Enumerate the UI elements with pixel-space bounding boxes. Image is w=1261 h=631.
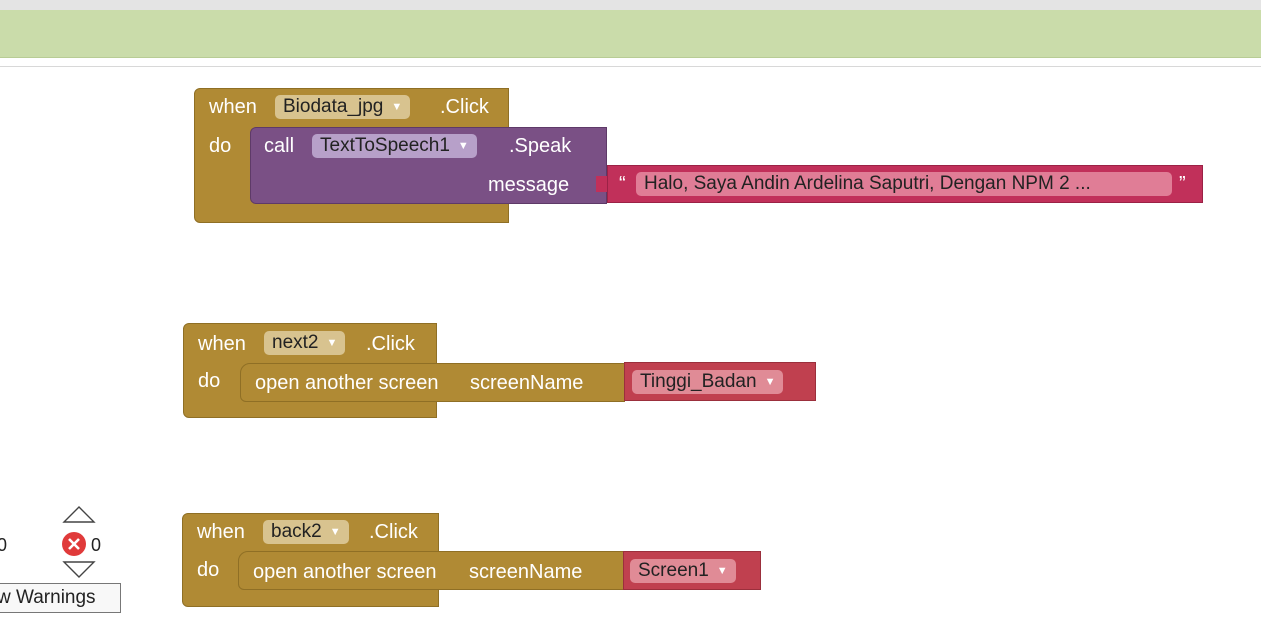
- event-name: .Click: [440, 96, 489, 118]
- param-label-message: message: [488, 174, 570, 196]
- dropdown-arrow-icon: ▼: [764, 376, 776, 388]
- dropdown-arrow-icon: ▼: [457, 140, 469, 152]
- show-warnings-button[interactable]: w Warnings: [0, 583, 121, 613]
- event-name: .Click: [369, 521, 418, 543]
- string-value-field[interactable]: Halo, Saya Andin Ardelina Saputri, Denga…: [636, 172, 1172, 196]
- screen-name-dropdown[interactable]: Tinggi_Badan ▼: [632, 370, 784, 394]
- screen-name-value: Tinggi_Badan: [640, 371, 757, 392]
- component-dropdown[interactable]: Biodata_jpg ▼: [275, 95, 411, 119]
- component-name: Biodata_jpg: [283, 96, 384, 117]
- error-icon: [62, 532, 86, 556]
- call-component-name: TextToSpeech1: [320, 135, 450, 156]
- method-name: .Speak: [509, 135, 572, 157]
- dropdown-arrow-icon: ▼: [329, 526, 341, 538]
- param-label-screenname: screenName: [470, 372, 584, 394]
- error-count: 0: [91, 535, 102, 555]
- component-dropdown[interactable]: back2 ▼: [263, 520, 349, 544]
- action-label: open another screen: [255, 372, 439, 394]
- screen-name-dropdown[interactable]: Screen1 ▼: [630, 559, 736, 583]
- do-label: do: [197, 559, 220, 581]
- string-value: Halo, Saya Andin Ardelina Saputri, Denga…: [644, 173, 1091, 194]
- close-quote: ”: [1179, 173, 1186, 195]
- screen-name-value: Screen1: [638, 560, 709, 581]
- event-name: .Click: [366, 333, 415, 355]
- call-label: call: [264, 135, 295, 157]
- when-label: when: [209, 96, 257, 118]
- action-label: open another screen: [253, 561, 437, 583]
- workspace-top-divider: [0, 66, 1261, 67]
- do-label: do: [209, 135, 232, 157]
- when-label: when: [198, 333, 246, 355]
- component-name: back2: [271, 521, 322, 542]
- component-name: next2: [272, 332, 319, 353]
- dropdown-arrow-icon: ▼: [391, 101, 403, 113]
- call-component-dropdown[interactable]: TextToSpeech1 ▼: [312, 134, 477, 158]
- warning-count: 0: [0, 535, 8, 555]
- next-error-icon[interactable]: [62, 561, 96, 579]
- when-label: when: [197, 521, 245, 543]
- toolbar-bar: [0, 10, 1261, 58]
- component-dropdown[interactable]: next2 ▼: [264, 331, 346, 355]
- open-quote: “: [619, 173, 626, 195]
- do-label: do: [198, 370, 221, 392]
- dropdown-arrow-icon: ▼: [326, 337, 338, 349]
- previous-error-icon[interactable]: [62, 505, 96, 523]
- param-label-screenname: screenName: [469, 561, 583, 583]
- dropdown-arrow-icon: ▼: [716, 565, 728, 577]
- top-strip: [0, 0, 1261, 10]
